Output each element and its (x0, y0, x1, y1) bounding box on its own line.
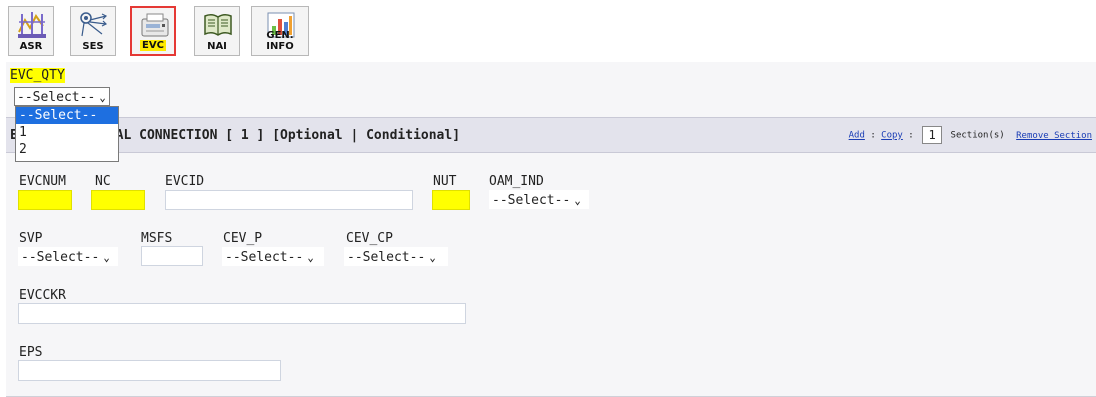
evc-qty-label: EVC_QTY (10, 68, 65, 83)
nut-field[interactable] (432, 190, 470, 210)
tab-label: ASR (19, 41, 43, 52)
cev-cp-label: CEV_CP (346, 231, 393, 246)
section-title-text: UAL CONNECTION [ 1 ] [Optional | Conditi… (107, 128, 461, 143)
msfs-field[interactable] (141, 246, 203, 266)
tab-label: SES (82, 41, 104, 52)
tab-gen-info[interactable]: GEN. INFO (251, 6, 309, 56)
remove-section-link[interactable]: Remove Section (1016, 131, 1092, 141)
network-icon (80, 12, 108, 37)
cev-p-label: CEV_P (223, 231, 263, 246)
tab-label: NAI (207, 41, 227, 52)
tab-evc[interactable]: EVC (130, 6, 176, 56)
chevron-down-icon: ⌄ (574, 194, 581, 207)
tab-label: GEN. INFO (266, 30, 294, 52)
asr-chart-icon (18, 12, 46, 38)
evcid-field[interactable] (165, 190, 413, 210)
cev-cp-value: --Select-- (347, 250, 426, 265)
form-panel (6, 62, 1096, 397)
dropdown-option[interactable]: 1 (16, 124, 118, 141)
evcckr-label: EVCCKR (19, 288, 66, 303)
oam-ind-select[interactable]: --Select-- ⌄ (489, 190, 589, 209)
nc-field[interactable] (91, 190, 145, 210)
tab-ses[interactable]: SES (70, 6, 116, 56)
separator: : (908, 130, 914, 141)
toolbar: ASR SES EVC NAI GEN. INFO (0, 0, 1096, 62)
oam-ind-value: --Select-- (492, 193, 571, 208)
eps-field[interactable] (18, 360, 281, 381)
chevron-down-icon: ⌄ (103, 251, 110, 264)
evc-qty-dropdown: --Select-- 1 2 (15, 106, 119, 162)
cev-cp-select[interactable]: --Select-- ⌄ (344, 247, 448, 266)
nc-label: NC (95, 174, 111, 189)
oam-ind-label: OAM_IND (489, 174, 544, 189)
evcnum-label: EVCNUM (19, 174, 66, 189)
svp-label: SVP (19, 231, 43, 246)
cev-p-select[interactable]: --Select-- ⌄ (222, 247, 324, 266)
tab-nai[interactable]: NAI (194, 6, 240, 56)
tab-asr[interactable]: ASR (8, 6, 54, 56)
section-controls: Add : Copy : 1 Section(s) Remove Section (849, 126, 1092, 144)
eps-label: EPS (19, 345, 43, 360)
copy-section-link[interactable]: Copy (881, 131, 903, 141)
fax-machine-icon (141, 13, 169, 37)
dropdown-option[interactable]: --Select-- (16, 107, 118, 124)
evcckr-field[interactable] (18, 303, 466, 324)
evc-qty-value: --Select-- (17, 90, 96, 105)
add-section-link[interactable]: Add (849, 131, 865, 141)
tab-label: EVC (140, 40, 166, 51)
evc-qty-select[interactable]: --Select-- ⌄ (14, 87, 110, 106)
evcnum-field[interactable] (18, 190, 72, 210)
separator: : (870, 130, 876, 141)
svp-select[interactable]: --Select-- ⌄ (18, 247, 118, 266)
svp-value: --Select-- (21, 250, 100, 265)
cev-p-value: --Select-- (225, 250, 304, 265)
sections-label: Section(s) (950, 130, 1005, 141)
chevron-down-icon: ⌄ (429, 251, 436, 264)
evcid-label: EVCID (165, 174, 205, 189)
section-header: E UAL CONNECTION [ 1 ] [Optional | Condit… (6, 117, 1096, 153)
chevron-down-icon: ⌄ (307, 251, 314, 264)
chevron-down-icon: ⌄ (99, 91, 106, 104)
book-icon (204, 13, 232, 36)
dropdown-option[interactable]: 2 (16, 141, 118, 158)
msfs-label: MSFS (141, 231, 173, 246)
nut-label: NUT (433, 174, 457, 189)
section-count-input[interactable]: 1 (922, 126, 943, 144)
